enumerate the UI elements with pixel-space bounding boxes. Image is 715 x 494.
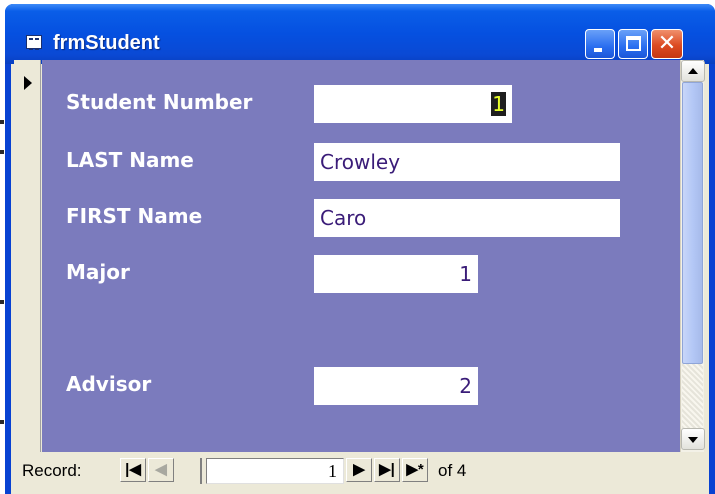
first-record-button[interactable]: |◀	[120, 458, 146, 482]
previous-record-icon: ◀	[155, 461, 167, 478]
last-name-label: LAST Name	[66, 148, 194, 172]
advisor-field[interactable]: 2	[314, 367, 478, 405]
major-field[interactable]: 1	[314, 255, 478, 293]
next-record-button[interactable]: ▶	[346, 458, 372, 482]
last-record-icon: ▶|	[379, 461, 395, 478]
scroll-track[interactable]	[682, 364, 703, 428]
student-number-label: Student Number	[66, 90, 253, 114]
record-selector[interactable]	[14, 60, 41, 452]
vertical-scrollbar[interactable]	[680, 60, 705, 452]
maximize-icon	[626, 36, 641, 51]
student-number-field[interactable]: 1	[314, 85, 512, 123]
background-mark	[0, 300, 4, 304]
minimize-icon	[594, 48, 602, 52]
current-record-pointer-icon	[24, 76, 32, 90]
maximize-button[interactable]	[618, 29, 648, 59]
major-label: Major	[66, 260, 130, 284]
new-record-icon: ▶*	[406, 461, 424, 478]
advisor-label: Advisor	[66, 372, 152, 396]
record-label: Record:	[22, 461, 82, 480]
navigation-divider	[200, 458, 202, 484]
previous-record-button[interactable]: ◀	[148, 458, 174, 482]
close-icon: ✕	[657, 31, 677, 56]
record-count: of 4	[438, 461, 467, 480]
scroll-up-icon	[688, 68, 698, 74]
minimize-button[interactable]	[585, 29, 615, 59]
close-button[interactable]: ✕	[651, 29, 683, 59]
title-bar[interactable]: frmStudent ✕	[5, 4, 715, 64]
first-record-icon: |◀	[125, 461, 141, 478]
scroll-thumb[interactable]	[682, 82, 703, 364]
last-record-button[interactable]: ▶|	[374, 458, 400, 482]
next-record-icon: ▶	[353, 461, 365, 478]
record-navigation-bar: Record: |◀ ◀ 1 ▶ ▶| ▶* of 4	[14, 452, 704, 490]
student-number-value: 1	[491, 92, 506, 116]
new-record-button[interactable]: ▶*	[402, 458, 428, 482]
background-mark	[0, 420, 4, 424]
scroll-down-button[interactable]	[681, 428, 705, 450]
record-number-input[interactable]: 1	[206, 458, 344, 484]
first-name-label: FIRST Name	[66, 204, 203, 228]
scroll-down-icon	[688, 437, 698, 443]
background-mark	[0, 150, 4, 154]
last-name-field[interactable]: Crowley	[314, 143, 620, 181]
first-name-field[interactable]: Caro	[314, 199, 620, 237]
scroll-up-button[interactable]	[681, 60, 705, 82]
form-view-icon[interactable]	[26, 35, 42, 50]
background-mark	[0, 120, 4, 124]
window-title: frmStudent	[53, 32, 160, 54]
